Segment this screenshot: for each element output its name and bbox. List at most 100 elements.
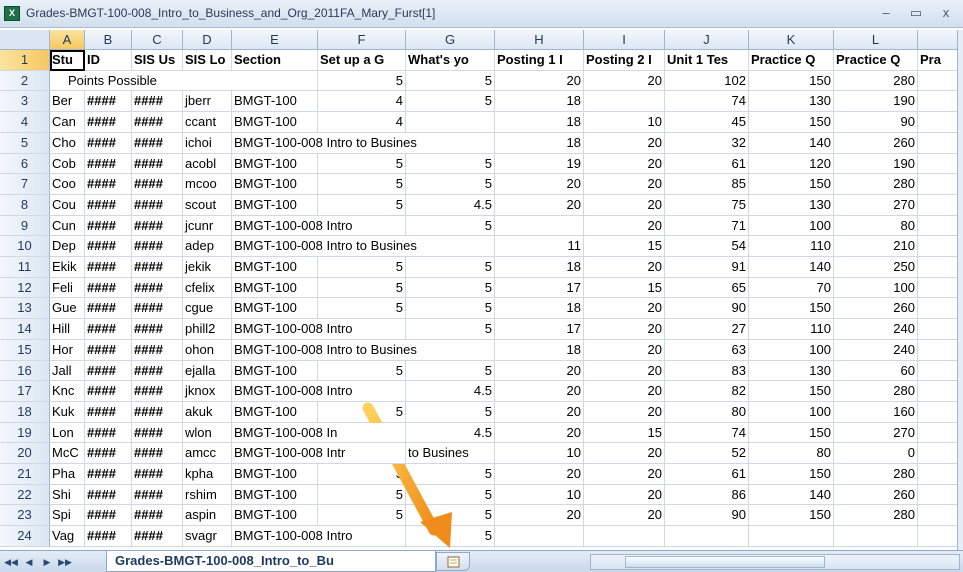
cell-i21[interactable]: 20 <box>584 464 665 485</box>
horizontal-scrollbar[interactable] <box>590 554 960 570</box>
cell-g3[interactable]: 5 <box>406 91 495 112</box>
cell-l11[interactable]: 250 <box>834 257 918 278</box>
cell-k6[interactable]: 120 <box>749 154 834 174</box>
cell-m4[interactable] <box>918 112 958 133</box>
cell-i20[interactable]: 20 <box>584 443 665 464</box>
cell-c10[interactable]: #### <box>132 236 183 257</box>
cell-d5[interactable]: ichoi <box>183 133 232 154</box>
cell-h5[interactable]: 18 <box>495 133 584 154</box>
cell-i10[interactable]: 15 <box>584 236 665 257</box>
cell-c13[interactable]: #### <box>132 298 183 319</box>
cell-g22[interactable]: 5 <box>406 485 495 505</box>
cell-a23[interactable]: Spi <box>50 505 85 526</box>
cell-j21[interactable]: 61 <box>665 464 749 485</box>
cell-m23[interactable] <box>918 505 958 526</box>
cell-i1[interactable]: Posting 2 I <box>584 50 665 71</box>
column-header-l[interactable]: L <box>834 30 918 50</box>
cell-f8[interactable]: 5 <box>318 195 406 216</box>
cell-k11[interactable]: 140 <box>749 257 834 278</box>
cell-e24[interactable]: BMGT-100-008 Intro <box>232 526 406 547</box>
cell-l5[interactable]: 260 <box>834 133 918 154</box>
cell-m14[interactable] <box>918 319 958 340</box>
column-header-j[interactable]: J <box>665 30 749 50</box>
cell-f3[interactable]: 4 <box>318 91 406 112</box>
cell-c21[interactable]: #### <box>132 464 183 485</box>
cell-g8[interactable]: 4.5 <box>406 195 495 216</box>
select-all-corner[interactable] <box>0 30 50 50</box>
insert-worksheet-tab[interactable] <box>436 552 470 571</box>
cell-m1[interactable]: Pra <box>918 50 958 71</box>
cell-h14[interactable]: 17 <box>495 319 584 340</box>
cell-c11[interactable]: #### <box>132 257 183 278</box>
cell-i5[interactable]: 20 <box>584 133 665 154</box>
cell-f18[interactable]: 5 <box>318 402 406 423</box>
cell-b6[interactable]: #### <box>85 154 132 174</box>
cell-e14[interactable]: BMGT-100-008 Intro <box>232 319 406 340</box>
cell-a6[interactable]: Cob <box>50 154 85 174</box>
cell-m5[interactable] <box>918 133 958 154</box>
cell-a16[interactable]: Jall <box>50 361 85 381</box>
cell-f6[interactable]: 5 <box>318 154 406 174</box>
cell-d8[interactable]: scout <box>183 195 232 216</box>
cell-k3[interactable]: 130 <box>749 91 834 112</box>
cell-d7[interactable]: mcoo <box>183 174 232 195</box>
close-button[interactable]: x <box>932 3 960 23</box>
row-header-4[interactable]: 4 <box>0 112 50 133</box>
cell-k17[interactable]: 150 <box>749 381 834 402</box>
cell-k23[interactable]: 150 <box>749 505 834 526</box>
row-header-22[interactable]: 22 <box>0 485 50 505</box>
cell-g7[interactable]: 5 <box>406 174 495 195</box>
cell-a5[interactable]: Cho <box>50 133 85 154</box>
cell-b18[interactable]: #### <box>85 402 132 423</box>
cell-j1[interactable]: Unit 1 Tes <box>665 50 749 71</box>
cell-e8[interactable]: BMGT-100 <box>232 195 318 216</box>
cell-a14[interactable]: Hill <box>50 319 85 340</box>
cell-e18[interactable]: BMGT-100 <box>232 402 318 423</box>
cell-l23[interactable]: 280 <box>834 505 918 526</box>
cell-a4[interactable]: Can <box>50 112 85 133</box>
cell-b24[interactable]: #### <box>85 526 132 547</box>
row-header-14[interactable]: 14 <box>0 319 50 340</box>
row-header-24[interactable]: 24 <box>0 526 50 547</box>
row-header-18[interactable]: 18 <box>0 402 50 423</box>
cell-h2[interactable]: 20 <box>495 71 584 91</box>
cell-e3[interactable]: BMGT-100 <box>232 91 318 112</box>
cell-l14[interactable]: 240 <box>834 319 918 340</box>
row-header-13[interactable]: 13 <box>0 298 50 319</box>
cell-j5[interactable]: 32 <box>665 133 749 154</box>
cell-k18[interactable]: 100 <box>749 402 834 423</box>
cell-d1[interactable]: SIS Lo <box>183 50 232 71</box>
minimize-button[interactable]: – <box>872 3 900 23</box>
cell-e9[interactable]: BMGT-100-008 Intro <box>232 216 406 236</box>
cell-h21[interactable]: 20 <box>495 464 584 485</box>
cell-c20[interactable]: #### <box>132 443 183 464</box>
cell-i17[interactable]: 20 <box>584 381 665 402</box>
cell-f16[interactable]: 5 <box>318 361 406 381</box>
cell-d14[interactable]: phill2 <box>183 319 232 340</box>
cell-d23[interactable]: aspin <box>183 505 232 526</box>
cell-k7[interactable]: 150 <box>749 174 834 195</box>
cell-f22[interactable]: 5 <box>318 485 406 505</box>
cell-j9[interactable]: 71 <box>665 216 749 236</box>
cell-k1[interactable]: Practice Q <box>749 50 834 71</box>
cell-l22[interactable]: 260 <box>834 485 918 505</box>
cell-i18[interactable]: 20 <box>584 402 665 423</box>
cell-a8[interactable]: Cou <box>50 195 85 216</box>
cell-h8[interactable]: 20 <box>495 195 584 216</box>
cell-f1[interactable]: Set up a G <box>318 50 406 71</box>
cell-c8[interactable]: #### <box>132 195 183 216</box>
cell-j15[interactable]: 63 <box>665 340 749 361</box>
cell-k2[interactable]: 150 <box>749 71 834 91</box>
cell-i24[interactable] <box>584 526 665 547</box>
cell-l12[interactable]: 100 <box>834 278 918 298</box>
cell-k9[interactable]: 100 <box>749 216 834 236</box>
cell-k21[interactable]: 150 <box>749 464 834 485</box>
column-header-e[interactable]: E <box>232 30 318 50</box>
cell-c24[interactable]: #### <box>132 526 183 547</box>
cell-l1[interactable]: Practice Q <box>834 50 918 71</box>
row-header-15[interactable]: 15 <box>0 340 50 361</box>
cell-j18[interactable]: 80 <box>665 402 749 423</box>
cell-f11[interactable]: 5 <box>318 257 406 278</box>
cell-m18[interactable] <box>918 402 958 423</box>
cell-b20[interactable]: #### <box>85 443 132 464</box>
